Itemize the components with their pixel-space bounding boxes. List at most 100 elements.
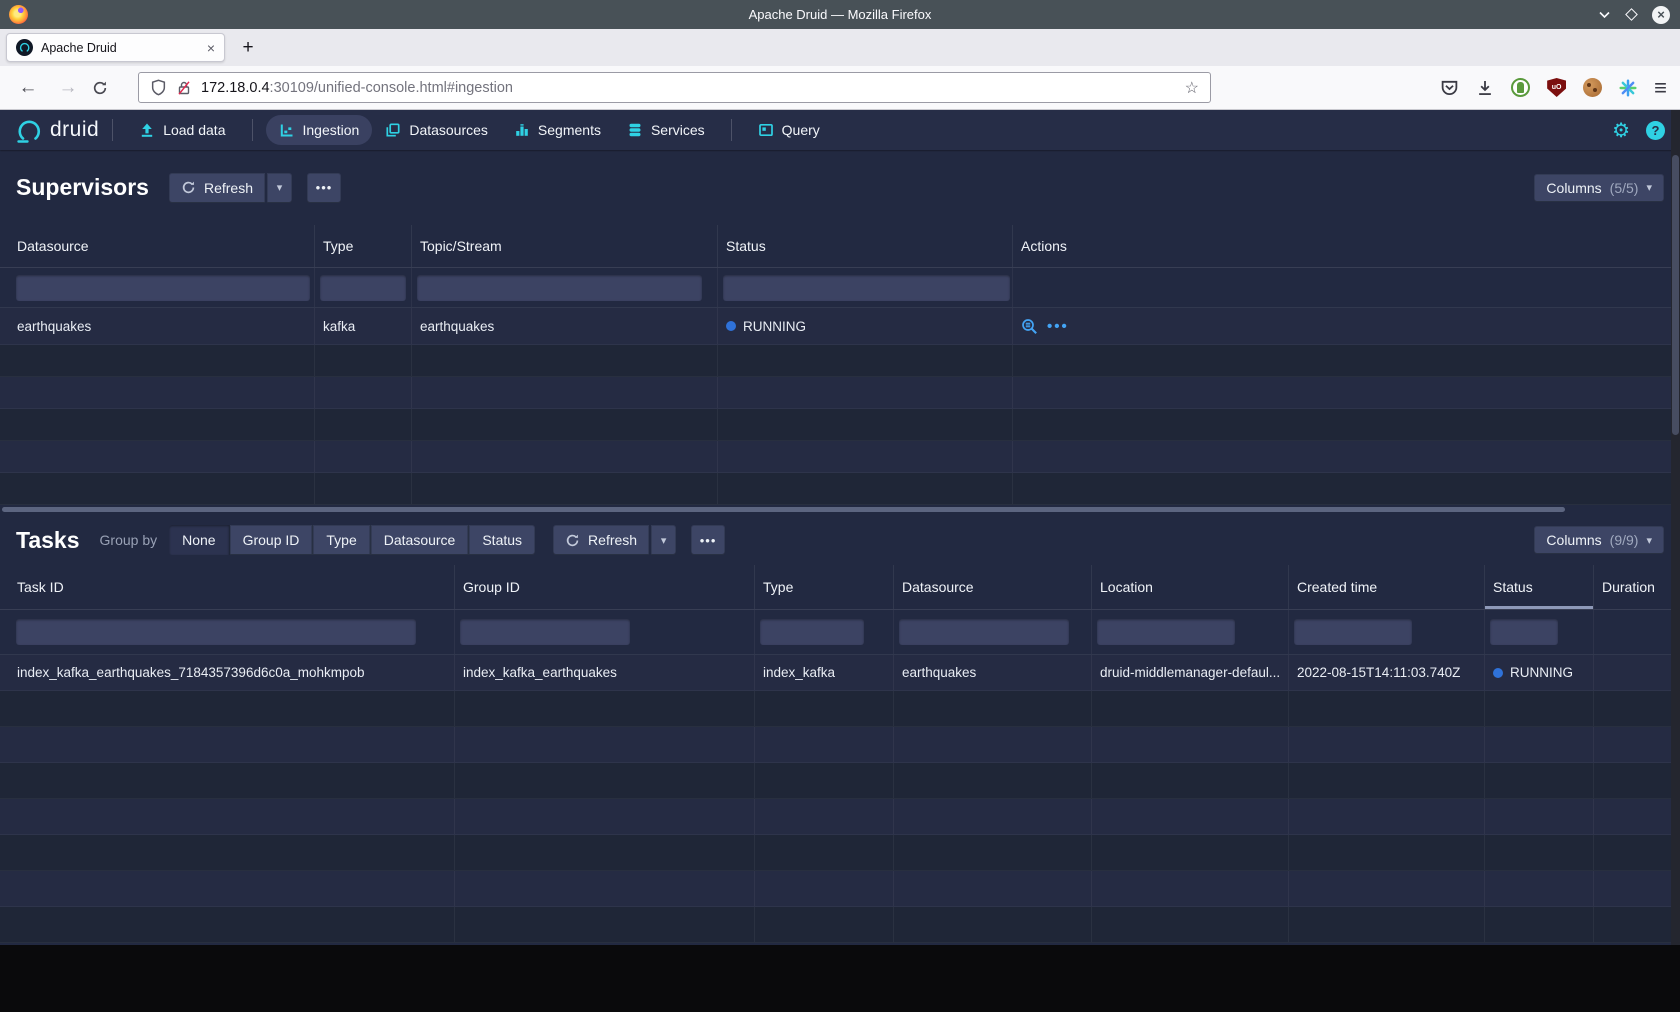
supervisors-refresh-caret[interactable]: ▾: [267, 173, 292, 203]
refresh-label: Refresh: [204, 180, 253, 196]
search-details-icon[interactable]: [1021, 318, 1038, 335]
filter-input-datasource[interactable]: [16, 275, 310, 301]
menu-icon[interactable]: ≡: [1654, 77, 1667, 99]
window-title: Apache Druid — Mozilla Firefox: [0, 7, 1680, 22]
column-header-sorted[interactable]: Status: [1485, 565, 1594, 609]
column-header[interactable]: Location: [1092, 565, 1289, 609]
cell-status[interactable]: RUNNING: [1485, 655, 1594, 690]
gear-icon[interactable]: ⚙: [1612, 118, 1630, 143]
more-actions-icon[interactable]: •••: [1047, 318, 1069, 335]
column-header[interactable]: Datasource: [0, 225, 315, 267]
reload-icon[interactable]: [92, 80, 116, 96]
filter-input-location[interactable]: [1097, 619, 1235, 645]
nav-item-label: Query: [782, 122, 820, 138]
group-by-type[interactable]: Type: [313, 525, 370, 555]
group-by-group-id[interactable]: Group ID: [230, 525, 314, 555]
bookmark-star-icon[interactable]: ☆: [1185, 78, 1199, 98]
supervisors-more-button[interactable]: •••: [307, 173, 341, 203]
nav-item-services[interactable]: Services: [614, 115, 718, 145]
tasks-more-button[interactable]: •••: [691, 525, 725, 555]
url-text[interactable]: 172.18.0.4:30109/unified-console.html#in…: [201, 80, 513, 96]
filter-input-created-time[interactable]: [1294, 619, 1412, 645]
column-header[interactable]: Actions: [1013, 225, 1680, 267]
browser-tab[interactable]: Apache Druid ×: [6, 33, 225, 62]
tab-title: Apache Druid: [41, 41, 201, 55]
more-icon: •••: [700, 533, 717, 548]
supervisors-refresh-button[interactable]: Refresh: [169, 173, 265, 203]
column-header[interactable]: Type: [315, 225, 412, 267]
cell-task-id[interactable]: index_kafka_earthquakes_7184357396d6c0a_…: [0, 655, 455, 690]
desktop-background: [0, 945, 1680, 1012]
filter-input-task-id[interactable]: [16, 619, 416, 645]
forward-icon[interactable]: →: [56, 77, 80, 99]
download-icon[interactable]: [1476, 79, 1494, 97]
cell-datasource[interactable]: earthquakes: [894, 655, 1092, 690]
cell-type[interactable]: kafka: [315, 308, 412, 344]
cell-status[interactable]: RUNNING: [718, 308, 1013, 344]
filter-input-datasource[interactable]: [899, 619, 1069, 645]
privacy-badger-icon[interactable]: [1511, 78, 1530, 97]
ublock-icon[interactable]: uO: [1547, 78, 1566, 97]
druid-logo[interactable]: druid: [15, 117, 99, 143]
column-header[interactable]: Task ID: [0, 565, 455, 609]
cell-topic[interactable]: earthquakes: [412, 308, 718, 344]
cell-location[interactable]: druid-middlemanager-defaul...: [1092, 655, 1289, 690]
group-by-none[interactable]: None: [169, 525, 229, 555]
group-by-status[interactable]: Status: [469, 525, 535, 555]
addon-asterisk-icon[interactable]: [1619, 79, 1637, 97]
chevron-down-icon: ▾: [277, 181, 283, 194]
close-icon[interactable]: ×: [1652, 6, 1670, 24]
tasks-columns-button[interactable]: Columns (9/9) ▾: [1534, 526, 1664, 554]
empty-row: [0, 763, 1680, 799]
lock-insecure-icon[interactable]: [176, 80, 192, 96]
url-bar[interactable]: 172.18.0.4:30109/unified-console.html#in…: [138, 72, 1211, 103]
cell-type[interactable]: index_kafka: [755, 655, 894, 690]
filter-input-status[interactable]: [1490, 619, 1558, 645]
tab-close-icon[interactable]: ×: [207, 40, 215, 56]
cell-created-time[interactable]: 2022-08-15T14:11:03.740Z: [1289, 655, 1485, 690]
column-header[interactable]: Group ID: [455, 565, 755, 609]
column-header[interactable]: Type: [755, 565, 894, 609]
filter-input-group-id[interactable]: [460, 619, 630, 645]
nav-item-segments[interactable]: Segments: [501, 115, 614, 145]
filter-input-type[interactable]: [320, 275, 406, 301]
nav-item-ingestion[interactable]: Ingestion: [266, 115, 373, 145]
horizontal-scrollbar[interactable]: [0, 505, 1680, 515]
empty-row: [0, 409, 1680, 441]
maximize-icon[interactable]: [1625, 8, 1638, 21]
task-row[interactable]: index_kafka_earthquakes_7184357396d6c0a_…: [0, 655, 1680, 691]
column-header[interactable]: Topic/Stream: [412, 225, 718, 267]
filter-input-type[interactable]: [760, 619, 864, 645]
column-header[interactable]: Datasource: [894, 565, 1092, 609]
back-icon[interactable]: ←: [16, 77, 40, 99]
tasks-refresh-caret[interactable]: ▾: [651, 525, 676, 555]
chevron-down-icon: ▾: [1646, 181, 1652, 194]
vertical-scrollbar[interactable]: [1671, 110, 1680, 945]
filter-input-status[interactable]: [723, 275, 1010, 301]
nav-item-label: Load data: [163, 122, 225, 138]
nav-item-load-data[interactable]: Load data: [126, 115, 238, 145]
tasks-refresh-button[interactable]: Refresh: [553, 525, 649, 555]
group-by-datasource[interactable]: Datasource: [371, 525, 470, 555]
shield-icon[interactable]: [150, 79, 167, 96]
supervisors-columns-button[interactable]: Columns (5/5) ▾: [1534, 174, 1664, 202]
cookie-addon-icon[interactable]: [1583, 78, 1602, 97]
scrollbar-thumb[interactable]: [2, 507, 1565, 512]
column-header[interactable]: Created time: [1289, 565, 1485, 609]
filter-input-topic[interactable]: [417, 275, 702, 301]
minimize-icon[interactable]: [1598, 10, 1611, 20]
nav-item-datasources[interactable]: Datasources: [372, 115, 501, 145]
column-header[interactable]: Duration: [1594, 565, 1680, 609]
brand-text: druid: [50, 118, 99, 142]
pocket-icon[interactable]: [1440, 78, 1459, 97]
cell-group-id[interactable]: index_kafka_earthquakes: [455, 655, 755, 690]
nav-item-query[interactable]: Query: [745, 115, 833, 145]
browser-toolbar: ← → 172.18.0.4:30109/unified-console.htm…: [0, 66, 1680, 110]
scrollbar-thumb[interactable]: [1672, 155, 1679, 435]
new-tab-button[interactable]: +: [233, 33, 263, 63]
status-dot: [726, 321, 736, 331]
column-header[interactable]: Status: [718, 225, 1013, 267]
supervisor-row[interactable]: earthquakes kafka earthquakes RUNNING ••…: [0, 308, 1680, 345]
cell-datasource[interactable]: earthquakes: [0, 308, 315, 344]
help-icon[interactable]: ?: [1646, 121, 1665, 140]
